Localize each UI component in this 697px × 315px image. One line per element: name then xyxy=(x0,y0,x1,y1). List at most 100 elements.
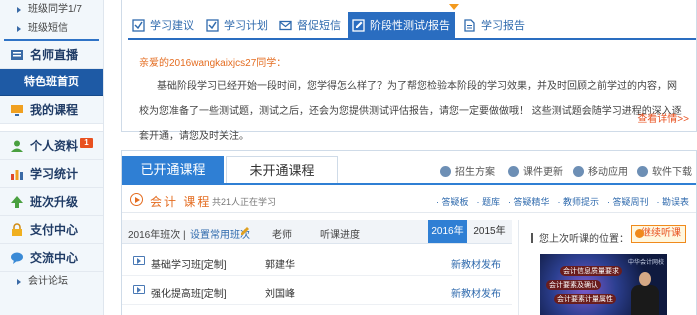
notice-body: 基础阶段学习已经开始一段时间，您学得怎么样了？为了帮您检验本阶段的学习效果，并及… xyxy=(139,81,682,142)
tab-study-report[interactable]: 学习报告 xyxy=(459,12,534,40)
sidebar-sub-item-forum[interactable]: 会计论坛 xyxy=(0,272,103,291)
class-year-label: 2016年班次 | xyxy=(128,230,186,241)
video-caption: 会计信息质量要求 xyxy=(560,266,622,276)
last-position-box: 您上次听课的位置： 继续听课 中华会计网校 会计信息质量要求 会计要素及确认 会… xyxy=(518,220,690,315)
sidebar-item-profile[interactable]: 个人资料 1 xyxy=(0,132,103,160)
study-tabs: 学习建议 学习计划 督促短信 阶段性测试/报告 学习报告 xyxy=(128,4,696,40)
greeting-text: 亲爱的2016wangkaixjcs27同学： xyxy=(139,58,287,69)
link-label: 移动应用 xyxy=(588,167,628,178)
user-icon xyxy=(11,140,23,152)
quick-link-errata[interactable]: · 勘误表 xyxy=(657,197,690,207)
mobile-app-link[interactable]: 移动应用 xyxy=(573,163,628,178)
tab-reminder-sms[interactable]: 督促短信 xyxy=(275,12,348,40)
book-icon xyxy=(11,50,23,60)
sidebar-item-label: 交流中心 xyxy=(30,251,79,265)
sidebar-item-label: 班次升级 xyxy=(30,195,79,209)
sidebar-sub-item-class-sms[interactable]: 班级短信 xyxy=(0,19,103,38)
video-caption: 会计要素计量属性 xyxy=(554,294,616,304)
quick-links: · 答疑板 · 题库 · 答疑精华 · 教师提示 · 答疑周刊 · 勘误表 xyxy=(428,195,689,208)
course-title-row: 会计 课程 共21人正在学习 · 答疑板 · 题库 · 答疑精华 · 教师提示 · 答疑… xyxy=(122,187,696,213)
sidebar-item-label: 我的课程 xyxy=(30,103,79,117)
new-material-link[interactable]: 新教材发布 xyxy=(451,256,501,271)
tab-underline xyxy=(122,183,696,185)
progress-column-header: 听课进度 xyxy=(320,230,360,241)
course-title: 会计 课程 xyxy=(150,195,212,209)
bar-chart-icon xyxy=(11,170,23,180)
year-tab-2015[interactable]: 2015年 xyxy=(470,220,509,243)
sidebar-item-stats[interactable]: 学习统计 xyxy=(0,160,103,188)
left-sidebar: 班级同学1/7 班级短信 名师直播 特色班首页 我的课程 个人资料 1 学习统计 … xyxy=(0,0,104,315)
refresh-icon xyxy=(508,166,519,177)
sidebar-item-upgrade[interactable]: 班次升级 xyxy=(0,188,103,216)
tab-label: 学习建议 xyxy=(150,20,194,32)
courseware-update-link[interactable]: 课件更新 xyxy=(508,163,563,178)
chat-bubble-icon xyxy=(11,252,23,264)
download-icon xyxy=(637,166,648,177)
view-details-link[interactable]: 查看详情>> xyxy=(637,110,689,125)
course-name[interactable]: 基础学习班[定制] xyxy=(151,256,227,271)
arrow-up-icon xyxy=(11,196,23,208)
sidebar-sub-item-classmates[interactable]: 班级同学1/7 xyxy=(0,0,103,19)
sidebar-item-my-course[interactable]: 我的课程 xyxy=(0,96,103,124)
play-circle-icon xyxy=(130,193,143,206)
video-icon xyxy=(133,285,145,294)
link-label: 课件更新 xyxy=(523,167,563,178)
tab-label: 学习计划 xyxy=(224,20,268,32)
pencil-icon xyxy=(241,227,249,235)
tab-study-advice[interactable]: 学习建议 xyxy=(128,12,202,40)
sidebar-item-exchange[interactable]: 交流中心 xyxy=(0,244,103,272)
teacher-name: 刘国峰 xyxy=(265,289,295,300)
sidebar-item-live[interactable]: 名师直播 xyxy=(0,41,103,69)
tab-label: 阶段性测试/报告 xyxy=(370,20,451,32)
document-icon xyxy=(464,19,475,32)
year-tab-2016[interactable]: 2016年 xyxy=(428,220,467,243)
tab-opened-courses[interactable]: 已开通课程 xyxy=(122,156,224,183)
quick-link-qa-board[interactable]: · 答疑板 xyxy=(436,197,469,207)
sidebar-item-label: 个人资料 xyxy=(30,139,79,153)
last-position-label: 您上次听课的位置： xyxy=(531,230,629,245)
teacher-column-header: 老师 xyxy=(272,230,292,241)
lecturer-figure xyxy=(631,272,659,315)
quick-link-question-bank[interactable]: · 题库 xyxy=(477,197,501,207)
enrollment-plan-link[interactable]: 招生方案 xyxy=(440,163,495,178)
sidebar-item-pay[interactable]: 支付中心 xyxy=(0,216,103,244)
teacher-name: 郭建华 xyxy=(265,260,295,271)
sidebar-item-label: 名师直播 xyxy=(30,48,79,62)
tab-unopened-courses[interactable]: 未开通课程 xyxy=(226,156,338,183)
tab-study-plan[interactable]: 学习计划 xyxy=(202,12,275,40)
edit-icon xyxy=(352,19,365,32)
software-download-link[interactable]: 软件下载 xyxy=(637,163,692,178)
tab-stage-test-report[interactable]: 阶段性测试/报告 xyxy=(348,4,459,40)
link-label: 软件下载 xyxy=(652,167,692,178)
table-row[interactable]: 基础学习班[定制] 郭建华 新教材发布 xyxy=(122,248,512,276)
course-table-header: 2016年班次 | 设置常用班次 老师 听课进度 2016年 2015年 xyxy=(122,220,512,244)
sidebar-item-special-home[interactable]: 特色班首页 xyxy=(0,69,103,96)
tab-label: 督促短信 xyxy=(297,20,341,32)
lock-icon xyxy=(12,223,22,236)
table-row[interactable]: 强化提高班[定制] 刘国峰 新教材发布 xyxy=(122,277,512,305)
quick-link-qa-weekly[interactable]: · 答疑周刊 xyxy=(607,197,649,207)
learners-count: 共21人正在学习 xyxy=(212,197,277,207)
info-icon xyxy=(440,166,451,177)
quick-link-qa-highlights[interactable]: · 答疑精华 xyxy=(508,197,550,207)
video-icon xyxy=(133,256,145,265)
course-name[interactable]: 强化提高班[定制] xyxy=(151,285,227,300)
study-notice-panel: 学习建议 学习计划 督促短信 阶段性测试/报告 学习报告 亲爱的2016wang… xyxy=(121,0,697,142)
new-material-link[interactable]: 新教材发布 xyxy=(451,285,501,300)
video-caption: 会计要素及确认 xyxy=(546,280,601,290)
notification-badge: 1 xyxy=(80,138,94,148)
video-logo-text: 中华会计网校 xyxy=(627,260,664,266)
quick-link-teacher-tips[interactable]: · 教师提示 xyxy=(558,197,600,207)
video-thumbnail[interactable]: 中华会计网校 会计信息质量要求 会计要素及确认 会计要素计量属性 xyxy=(540,254,667,315)
sidebar-gap xyxy=(0,124,103,132)
continue-listening-button[interactable]: 继续听课 xyxy=(631,225,686,243)
tab-label: 学习报告 xyxy=(481,20,525,32)
checkbox-icon xyxy=(132,19,145,32)
link-label: 招生方案 xyxy=(455,167,495,178)
monitor-icon xyxy=(11,105,23,116)
checkbox-icon xyxy=(206,19,219,32)
sidebar-item-label: 学习统计 xyxy=(30,167,79,181)
mobile-icon xyxy=(573,166,584,177)
mail-icon xyxy=(279,20,292,31)
course-panel: 已开通课程 未开通课程 招生方案 课件更新 移动应用 软件下载 会计 课程 共2… xyxy=(121,150,697,315)
